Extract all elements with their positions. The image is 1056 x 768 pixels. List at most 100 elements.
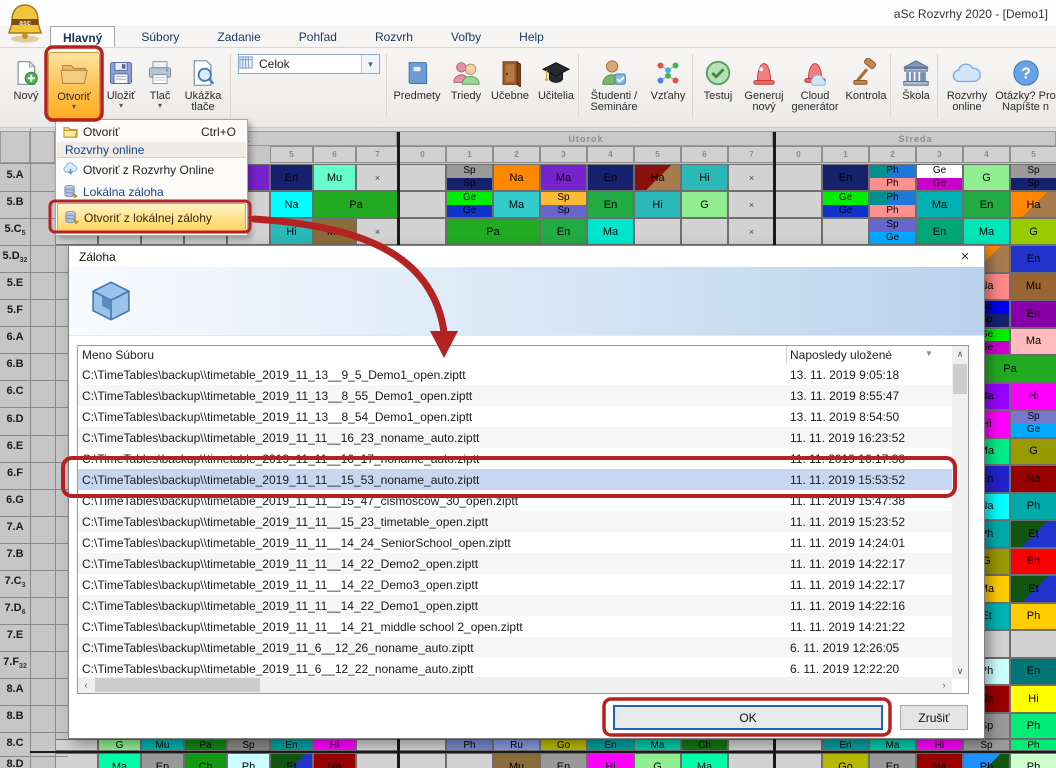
lesson-cell[interactable]: G	[681, 191, 728, 218]
file-row[interactable]: C:\TimeTables\backup\\timetable_2019_11_…	[78, 490, 952, 511]
vertical-scrollbar[interactable]	[952, 346, 968, 679]
lesson-cell[interactable]: Na	[313, 753, 356, 768]
lesson-cell[interactable]: SpGe	[1010, 410, 1056, 438]
lesson-cell[interactable]: Ph	[963, 753, 1010, 768]
lesson-cell[interactable]: En	[587, 739, 634, 751]
lesson-cell[interactable]: Ph	[446, 739, 493, 751]
rozvrhy-online-button[interactable]: Rozvrhyonline	[941, 52, 993, 122]
lesson-cell[interactable]: Hi	[916, 739, 963, 751]
empty-cell[interactable]	[399, 164, 446, 191]
lesson-cell[interactable]: Sp	[227, 739, 270, 751]
lesson-cell[interactable]: Ha	[1010, 191, 1056, 218]
lesson-cell[interactable]: En	[540, 218, 587, 245]
lesson-cell[interactable]: Ma	[540, 164, 587, 191]
scroll-up-button[interactable]: ∧	[952, 346, 968, 362]
lesson-cell[interactable]: En	[540, 753, 587, 768]
lesson-cell[interactable]: Ph	[227, 753, 270, 768]
lesson-cell[interactable]: G	[963, 164, 1010, 191]
file-row[interactable]: C:\TimeTables\backup\\timetable_2019_11_…	[78, 469, 952, 490]
file-row[interactable]: C:\TimeTables\backup\\timetable_2019_11_…	[78, 385, 952, 406]
lesson-cell[interactable]: En	[270, 164, 313, 191]
file-row[interactable]: C:\TimeTables\backup\\timetable_2019_11_…	[78, 448, 952, 469]
empty-cell[interactable]	[1010, 630, 1056, 658]
view-combo[interactable]: Celok ▼	[238, 54, 380, 74]
ucebne-button[interactable]: Učebne	[487, 52, 533, 122]
empty-cell[interactable]	[728, 753, 775, 768]
lesson-cell[interactable]: SpSp	[540, 191, 587, 218]
file-row[interactable]: C:\TimeTables\backup\\timetable_2019_11_…	[78, 364, 952, 385]
lesson-cell[interactable]: En	[1010, 300, 1056, 328]
lesson-cell[interactable]: Hi	[1010, 685, 1056, 713]
empty-cell[interactable]	[681, 218, 728, 245]
file-row[interactable]: C:\TimeTables\backup\\timetable_2019_11_…	[78, 406, 952, 427]
lesson-cell[interactable]: Mu	[141, 739, 184, 751]
lesson-cell[interactable]: Hi	[313, 739, 356, 751]
ok-button[interactable]: OK	[613, 705, 883, 730]
file-row[interactable]: C:\TimeTables\backup\\timetable_2019_11_…	[78, 637, 952, 658]
empty-cell[interactable]	[399, 753, 446, 768]
testuj-button[interactable]: Testuj	[697, 52, 739, 122]
file-row[interactable]: C:\TimeTables\backup\\timetable_2019_11_…	[78, 658, 952, 679]
lesson-cell[interactable]: Ru	[493, 739, 540, 751]
lesson-cell[interactable]: Ph	[1010, 753, 1056, 768]
lesson-cell[interactable]: GeGe	[916, 164, 963, 191]
empty-cell[interactable]	[775, 753, 822, 768]
lesson-cell[interactable]: Ph	[1010, 493, 1056, 521]
lesson-cell[interactable]: Hi	[681, 164, 728, 191]
menu-item-otvori-z-rozvrhy-online[interactable]: Otvoriť z Rozvrhy Online	[57, 159, 246, 180]
lesson-cell[interactable]: Et	[1010, 575, 1056, 603]
lesson-cell[interactable]: Mu	[493, 753, 540, 768]
lesson-cell[interactable]: En	[587, 164, 634, 191]
file-row[interactable]: C:\TimeTables\backup\\timetable_2019_11_…	[78, 511, 952, 532]
cancel-button[interactable]: Zrušiť	[900, 705, 968, 730]
tab-voľby[interactable]: Voľby	[439, 26, 493, 47]
tab-help[interactable]: Help	[507, 26, 556, 47]
menu-item-otvori-z-lok-lnej-z-lohy[interactable]: Otvoriť z lokálnej zálohy	[57, 203, 246, 232]
lesson-cell[interactable]: En	[1010, 548, 1056, 576]
lesson-cell[interactable]: Mu	[1010, 273, 1056, 301]
lesson-cell[interactable]: Na	[493, 164, 540, 191]
lesson-cell[interactable]: Ma	[681, 753, 728, 768]
vztahy-button[interactable]: Vzťahy	[646, 52, 690, 122]
lesson-cell[interactable]: Hi	[270, 218, 313, 245]
lesson-cell[interactable]: Na	[270, 191, 313, 218]
tlac-button[interactable]: Tlač▾	[142, 52, 178, 122]
kontrola-button[interactable]: Kontrola	[842, 52, 890, 122]
skola-button[interactable]: Škola	[895, 52, 937, 122]
empty-cell[interactable]	[775, 739, 822, 751]
lesson-cell[interactable]: ×	[728, 191, 775, 218]
empty-cell[interactable]	[822, 218, 869, 245]
lesson-cell[interactable]: PhPh	[869, 164, 916, 191]
empty-cell[interactable]	[775, 164, 822, 191]
lesson-cell[interactable]: G	[1010, 438, 1056, 466]
empty-cell[interactable]	[399, 739, 446, 751]
horizontal-scroll-thumb[interactable]	[95, 678, 260, 692]
file-row[interactable]: C:\TimeTables\backup\\timetable_2019_11_…	[78, 553, 952, 574]
lesson-cell[interactable]: SpSp	[1010, 164, 1056, 191]
ucitelia-button[interactable]: Učitelia	[533, 52, 579, 122]
cloud-generator-button[interactable]: Cloudgenerátor	[789, 52, 841, 122]
scroll-down-button[interactable]: ∨	[952, 663, 968, 679]
lesson-cell[interactable]: ×	[728, 164, 775, 191]
lesson-cell[interactable]: Ma	[493, 191, 540, 218]
tab-zadanie[interactable]: Zadanie	[205, 26, 272, 47]
lesson-cell[interactable]: Ch	[681, 739, 728, 751]
tab-rozvrh[interactable]: Rozvrh	[363, 26, 425, 47]
tab-súbory[interactable]: Súbory	[129, 26, 191, 47]
lesson-cell[interactable]: Hi	[1010, 383, 1056, 411]
lesson-cell[interactable]: ×	[356, 164, 399, 191]
lesson-cell[interactable]: G	[1010, 218, 1056, 245]
lesson-cell[interactable]: Ma	[98, 753, 141, 768]
triedy-button[interactable]: Triedy	[446, 52, 486, 122]
lesson-cell[interactable]: Pa	[184, 739, 227, 751]
lesson-cell[interactable]: Ma	[587, 218, 634, 245]
lesson-cell[interactable]: Ph	[1010, 603, 1056, 631]
lesson-cell[interactable]: Ma	[1010, 328, 1056, 356]
lesson-cell[interactable]: Pa	[446, 218, 540, 245]
sort-desc-icon[interactable]: ▼	[925, 349, 933, 358]
lesson-cell[interactable]: Ma	[963, 218, 1010, 245]
vertical-scroll-thumb[interactable]	[953, 364, 967, 394]
empty-cell[interactable]	[634, 218, 681, 245]
lesson-cell[interactable]: Na	[916, 753, 963, 768]
file-row[interactable]: C:\TimeTables\backup\\timetable_2019_11_…	[78, 574, 952, 595]
